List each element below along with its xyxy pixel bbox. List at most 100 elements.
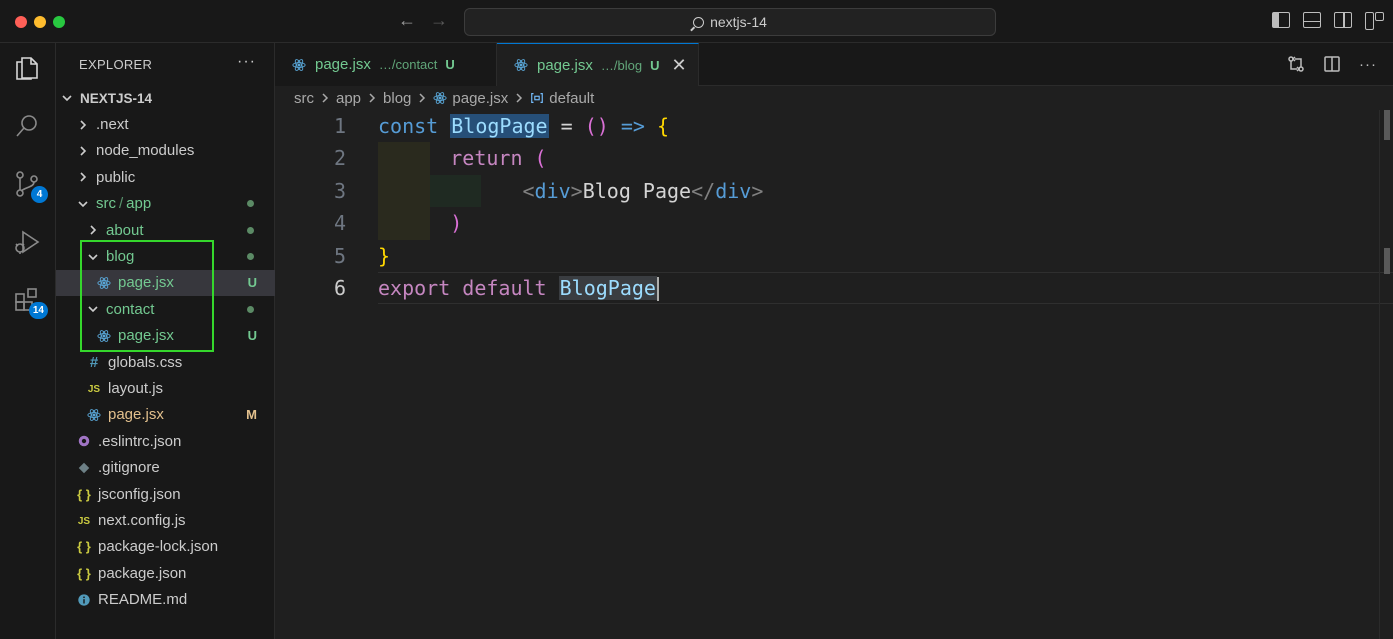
command-center-search[interactable]: nextjs-14 <box>464 8 996 36</box>
chevron-right-icon <box>368 93 376 103</box>
tree-item-label: package.json <box>98 564 187 582</box>
line-number: 2 <box>333 146 346 171</box>
indent-guide <box>378 142 430 175</box>
git-status-dot <box>247 200 254 208</box>
breadcrumb-item-src[interactable]: src <box>294 90 314 107</box>
text-cursor <box>656 277 659 302</box>
tree-item-label: public <box>96 168 136 186</box>
code-editor[interactable]: 1 2 3 4 5 6 const BlogPage = () => { ret… <box>275 110 1393 639</box>
tree-file-layout-js[interactable]: JS layout.js <box>56 375 275 401</box>
react-file-icon <box>96 329 112 343</box>
close-icon[interactable]: ✕ <box>671 55 686 76</box>
extensions-icon[interactable]: 14 <box>12 285 48 319</box>
jsx-tag: div <box>715 178 752 203</box>
editor-more-actions-button[interactable]: ··· <box>1359 56 1377 73</box>
tree-file-package-json[interactable]: { } package.json <box>56 560 275 586</box>
react-file-icon <box>433 91 447 105</box>
tree-item-label: .eslintrc.json <box>98 432 182 450</box>
tab-blog-page[interactable]: page.jsx …/blog U ✕ <box>497 43 699 86</box>
js-file-icon: JS <box>87 384 101 396</box>
git-status-badge: U <box>247 275 257 291</box>
code-line-5: } <box>378 240 1393 272</box>
code-line-6: export default BlogPage <box>378 271 1393 305</box>
tag-bracket: < <box>522 178 535 203</box>
tree-file-eslintrc-json[interactable]: .eslintrc.json <box>56 428 275 454</box>
tab-contact-page[interactable]: page.jsx …/contact U <box>275 43 497 86</box>
jsx-text: Blog Page <box>582 178 692 203</box>
maximize-window-button[interactable] <box>53 16 65 28</box>
tree-file-page-jsx[interactable]: page.jsx U <box>56 269 275 297</box>
tree-item-label: src <box>96 195 116 213</box>
tree-folder-contact[interactable]: contact <box>56 296 275 322</box>
source-control-icon[interactable]: 4 <box>12 169 48 203</box>
symbol-variable-icon <box>530 91 544 105</box>
code-lines: const BlogPage = () => { return ( <div>B… <box>378 110 1393 305</box>
tree-file-page-jsx[interactable]: page.jsx M <box>56 402 275 428</box>
chevron-right-icon <box>321 93 329 103</box>
jsx-tag: div <box>534 178 571 203</box>
json-file-icon: { } <box>77 539 91 555</box>
tag-bracket: > <box>570 178 583 203</box>
tree-file-globals-css[interactable]: # globals.css <box>56 349 275 375</box>
tree-file-page-jsx[interactable]: page.jsx U <box>56 323 275 349</box>
explorer-more-actions-button[interactable]: ··· <box>237 53 256 71</box>
toggle-primary-sidebar-icon[interactable] <box>1272 12 1290 28</box>
react-file-icon <box>86 408 102 422</box>
tree-folder-node-modules[interactable]: node_modules <box>56 138 275 164</box>
breadcrumb: src app blog page.jsx default <box>275 86 1393 110</box>
info-file-icon <box>76 593 92 607</box>
tree-item-label: README.md <box>98 591 188 609</box>
chevron-right-icon <box>515 93 523 103</box>
explorer-icon[interactable] <box>12 53 44 85</box>
tree-file-jsconfig-json[interactable]: { } jsconfig.json <box>56 481 275 507</box>
chevron-down-icon <box>62 93 72 103</box>
tree-file-package-lock-json[interactable]: { } package-lock.json <box>56 534 275 560</box>
js-file-icon: JS <box>77 516 91 528</box>
editor-tabs-bar: page.jsx …/contact U page.jsx …/blog U ✕… <box>275 43 1393 86</box>
breadcrumb-item-app[interactable]: app <box>336 90 361 107</box>
tree-item-label: .next <box>96 116 129 134</box>
keyword: return <box>450 146 523 171</box>
tree-folder-src[interactable]: src / app <box>56 191 275 217</box>
tree-item-label: contact <box>106 300 155 318</box>
split-editor-icon[interactable] <box>1323 55 1341 73</box>
tree-folder-about[interactable]: about <box>56 217 275 243</box>
toggle-panel-icon[interactable] <box>1303 12 1321 28</box>
back-arrow-icon[interactable]: ← <box>398 10 416 31</box>
forward-arrow-icon[interactable]: → <box>430 10 448 31</box>
run-debug-icon[interactable] <box>12 227 44 259</box>
chevron-right-icon <box>78 120 88 130</box>
explorer-sidebar: EXPLORER ··· NEXTJS-14 .next node_modules… <box>56 43 275 639</box>
git-status-badge: U <box>247 328 257 344</box>
breadcrumb-item-blog[interactable]: blog <box>383 90 411 107</box>
chevron-down-icon <box>88 304 98 314</box>
toggle-secondary-sidebar-icon[interactable] <box>1334 12 1352 28</box>
breadcrumb-item-symbol[interactable]: default <box>549 90 594 107</box>
tree-file-next-config-js[interactable]: JS next.config.js <box>56 507 275 533</box>
tree-item-label: app <box>126 195 152 213</box>
command-center-label: nextjs-14 <box>710 14 767 30</box>
tree-folder-blog[interactable]: blog <box>56 243 275 269</box>
tree-file-gitignore[interactable]: .gitignore <box>56 454 275 480</box>
search-icon[interactable] <box>12 111 44 143</box>
workspace-root-folder[interactable]: NEXTJS-14 <box>56 85 275 111</box>
close-window-button[interactable] <box>15 16 27 28</box>
vertical-scrollbar[interactable] <box>1379 110 1393 639</box>
tree-folder-next[interactable]: .next <box>56 111 275 137</box>
customize-layout-icon[interactable] <box>1365 12 1384 30</box>
indent-guide <box>378 174 430 208</box>
tab-name: page.jsx <box>315 56 371 73</box>
breadcrumb-item-file[interactable]: page.jsx <box>452 90 508 107</box>
source-control-badge: 4 <box>31 186 48 203</box>
tree-folder-public[interactable]: public <box>56 164 275 190</box>
compare-changes-icon[interactable] <box>1287 55 1305 73</box>
tree-file-readme-md[interactable]: README.md <box>56 586 275 612</box>
scrollbar-marker <box>1384 248 1390 274</box>
git-status-dot <box>247 253 254 261</box>
chevron-right-icon <box>78 172 88 182</box>
code-line-1: const BlogPage = () => { <box>378 110 1393 142</box>
compact-folder-separator: / <box>119 195 124 213</box>
keyword: export <box>378 275 451 300</box>
minimize-window-button[interactable] <box>34 16 46 28</box>
keyword: const <box>378 114 439 138</box>
